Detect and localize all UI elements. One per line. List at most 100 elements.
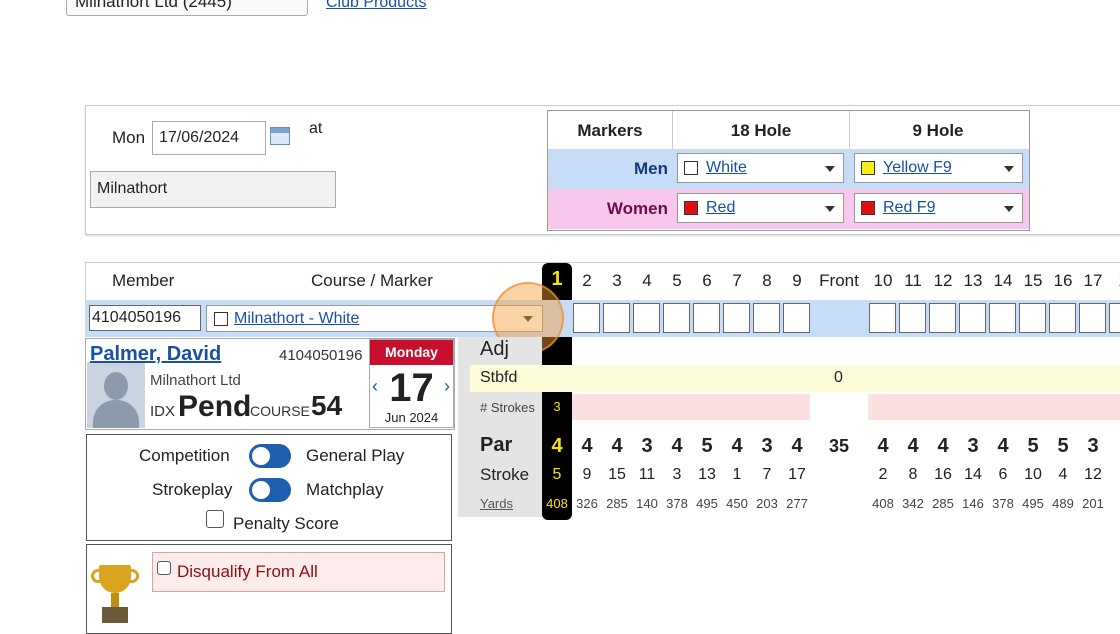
stroke-index-cell: 7 xyxy=(762,466,772,483)
hole-number: 17 xyxy=(1083,271,1103,290)
trophy-icon xyxy=(91,563,139,623)
front-header: Front xyxy=(819,271,859,290)
par-cell: 4 xyxy=(731,435,743,457)
club-select[interactable]: Milnathort Ltd (2445) xyxy=(66,0,308,16)
hole-score-input[interactable] xyxy=(633,303,660,333)
hole-score-input[interactable] xyxy=(1019,303,1046,333)
course-marker-value[interactable]: Milnathort - White xyxy=(234,310,359,328)
stbfd-total: 0 xyxy=(834,369,843,386)
yards-cell: 450 xyxy=(726,496,748,511)
stroke-label: Stroke xyxy=(480,465,530,484)
general-play-label: General Play xyxy=(306,446,405,465)
penalty-score-label: Penalty Score xyxy=(233,514,339,533)
member-header: Member xyxy=(112,271,175,290)
men-18-marker-select[interactable]: White xyxy=(677,153,844,183)
hole-number: 2 xyxy=(582,271,592,290)
yards-cell: 2 xyxy=(1108,496,1120,511)
stroke-index-cell: 2 xyxy=(878,466,888,483)
idx-value: Pend xyxy=(178,390,252,423)
hole-number: 11 xyxy=(904,271,922,290)
par-cell: 4 xyxy=(611,435,623,457)
stroke-index-cell: 17 xyxy=(788,466,806,483)
hole-number: 1 xyxy=(551,268,563,290)
hole-number: 13 xyxy=(963,271,983,290)
men-9-marker-select[interactable]: Yellow F9 xyxy=(854,153,1023,183)
hole-number: 3 xyxy=(612,271,622,290)
women-18-marker-select[interactable]: Red xyxy=(677,193,844,223)
stroke-index-cell: 5 xyxy=(552,466,562,483)
hole-score-input[interactable] xyxy=(989,303,1016,333)
penalty-score-checkbox[interactable] xyxy=(206,510,224,528)
hole-number: 15 xyxy=(1023,271,1043,290)
yards-cell: 378 xyxy=(992,496,1014,511)
strokeplay-label: Strokeplay xyxy=(152,480,233,499)
hole-number: 4 xyxy=(642,271,652,290)
yellow-swatch xyxy=(861,161,875,175)
player-name-link[interactable]: Palmer, David xyxy=(90,343,221,366)
women-9-marker-select[interactable]: Red F9 xyxy=(854,193,1023,223)
stbfd-row xyxy=(470,365,1120,392)
hole-score-input[interactable] xyxy=(899,303,926,333)
prev-day-icon[interactable]: ‹ xyxy=(372,376,378,397)
9-hole-header: 9 Hole xyxy=(912,121,964,140)
hole-score-input[interactable] xyxy=(959,303,986,333)
yards-cell: 201 xyxy=(1082,496,1104,511)
yards-cell: 408 xyxy=(872,496,894,511)
strokes-cell: 3 xyxy=(553,399,561,414)
hole-score-input[interactable] xyxy=(783,303,810,333)
course-handicap-value: 54 xyxy=(311,390,343,421)
hole-number: 9 xyxy=(792,271,802,290)
chevron-down-icon xyxy=(825,206,835,212)
date-input[interactable]: 17/06/2024 xyxy=(152,121,266,155)
yards-cell: 495 xyxy=(696,496,718,511)
stroke-index-cell: 8 xyxy=(908,466,918,483)
member-id-input[interactable]: 4104050196 xyxy=(89,305,201,331)
hole-number: 5 xyxy=(672,271,682,290)
idx-label: IDX xyxy=(150,403,176,420)
disqualify-label: Disqualify From All xyxy=(177,562,318,581)
hole-score-input[interactable] xyxy=(1109,303,1120,333)
scoring-type-toggle[interactable] xyxy=(249,478,291,502)
par-cell: 4 xyxy=(581,435,593,457)
row-label-column xyxy=(458,337,542,517)
stroke-index-cell: 16 xyxy=(934,466,952,483)
hole-score-input[interactable] xyxy=(1049,303,1076,333)
club-products-link[interactable]: Club Products xyxy=(326,0,427,12)
hole-score-input[interactable] xyxy=(663,303,690,333)
hole-score-input[interactable] xyxy=(753,303,780,333)
hole-score-input[interactable] xyxy=(573,303,600,333)
play-type-toggle[interactable] xyxy=(249,444,291,468)
white-swatch xyxy=(214,312,228,326)
hole-score-input[interactable] xyxy=(603,303,630,333)
adj-label: Adj xyxy=(480,338,509,360)
next-day-icon[interactable]: › xyxy=(444,376,450,397)
course-field[interactable]: Milnathort xyxy=(90,171,336,208)
women-18-marker-value[interactable]: Red xyxy=(706,199,735,216)
chevron-down-icon xyxy=(1004,166,1014,172)
hole-number: 14 xyxy=(993,271,1013,290)
hole-score-input[interactable] xyxy=(693,303,720,333)
stroke-index-cell: 11 xyxy=(638,466,656,483)
at-label: at xyxy=(309,120,323,137)
yards-cell: 285 xyxy=(932,496,954,511)
yards-link[interactable]: Yards xyxy=(480,496,513,511)
hole-score-input[interactable] xyxy=(723,303,750,333)
disqualify-checkbox[interactable] xyxy=(157,561,171,575)
yards-cell: 140 xyxy=(636,496,658,511)
men-9-marker-value[interactable]: Yellow F9 xyxy=(883,159,952,176)
calendar-icon[interactable] xyxy=(270,127,290,145)
red-swatch xyxy=(684,201,698,215)
hole-score-input[interactable] xyxy=(1079,303,1106,333)
hole-score-input[interactable] xyxy=(929,303,956,333)
markers-header: Markers xyxy=(577,121,643,140)
yards-cell: 408 xyxy=(546,496,568,511)
stroke-index-cell: 3 xyxy=(672,466,682,483)
men-18-marker-value[interactable]: White xyxy=(706,159,747,176)
hole-number: 16 xyxy=(1053,271,1073,290)
hole-score-input[interactable] xyxy=(869,303,896,333)
women-9-marker-value[interactable]: Red F9 xyxy=(883,199,935,216)
men-label: Men xyxy=(634,159,668,178)
yards-cell: 146 xyxy=(962,496,984,511)
stbfd-label: Stbfd xyxy=(480,369,518,386)
women-label: Women xyxy=(606,199,668,218)
